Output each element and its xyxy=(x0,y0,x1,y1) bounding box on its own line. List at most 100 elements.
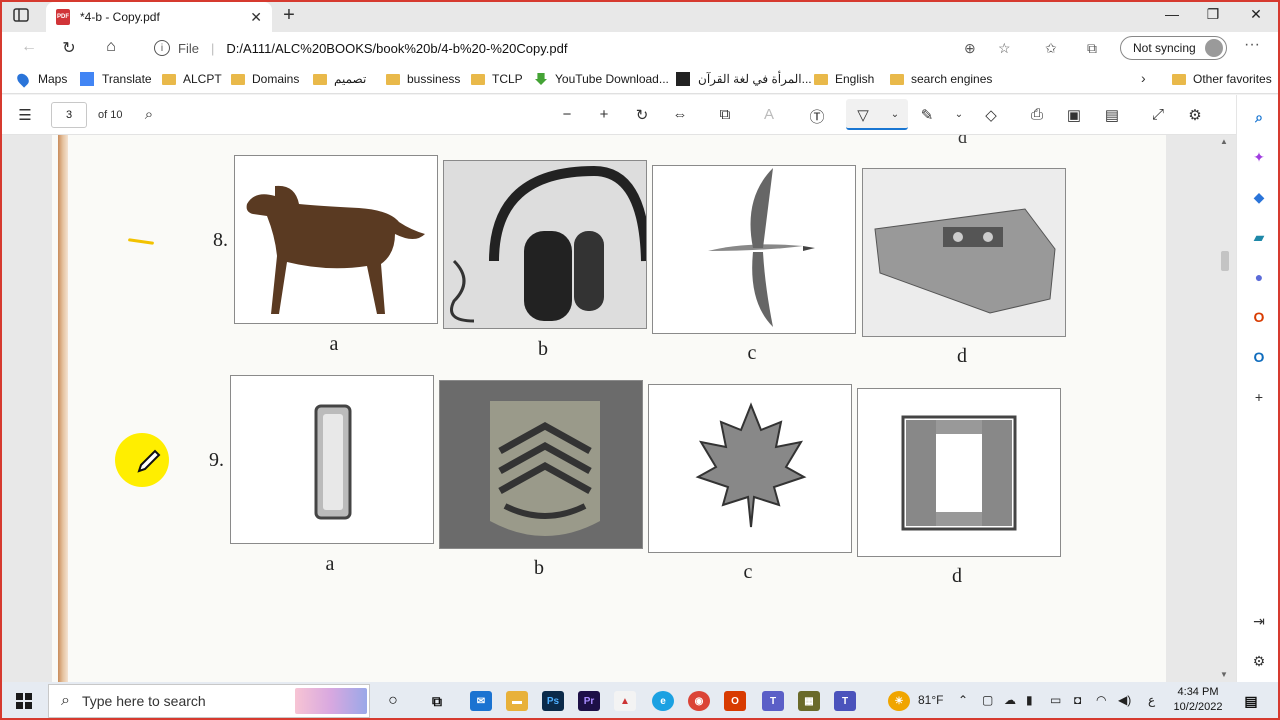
tab-active[interactable]: PDF *4-b - Copy.pdf ✕ xyxy=(46,2,272,32)
chevron-down-icon[interactable]: ⌄ xyxy=(884,109,906,120)
url-field[interactable]: i File | D:/A111/ALC%20BOOKS/book%20b/4-… xyxy=(144,35,1028,61)
folder-icon xyxy=(814,73,828,85)
settings-icon[interactable]: ⚙ xyxy=(1184,106,1206,124)
tray-overflow-icon[interactable]: ⌃ xyxy=(958,693,968,707)
fav-translate[interactable]: Translate xyxy=(80,72,152,86)
fullscreen-icon[interactable]: ⤢ xyxy=(1147,106,1169,123)
mail-icon[interactable]: ✉ xyxy=(470,691,492,711)
taskbar-search[interactable]: ⌕ Type here to search xyxy=(48,684,370,718)
fav-arabic-site[interactable]: المرأة في لغة القرآن... xyxy=(676,72,812,86)
rotate-icon[interactable]: ↻ xyxy=(631,106,653,124)
home-button[interactable]: ⌂ xyxy=(100,38,122,58)
highlighter-icon[interactable]: ▽ xyxy=(852,106,874,124)
save-icon[interactable]: ▣ xyxy=(1063,106,1085,124)
tab-actions-icon[interactable] xyxy=(12,6,36,26)
favorites-icon[interactable]: ✩ xyxy=(1045,40,1057,57)
search-icon: ⌕ xyxy=(61,692,70,709)
microphone-icon[interactable]: ▮ xyxy=(1026,693,1033,707)
teams-icon[interactable]: T xyxy=(762,691,784,711)
cortana-icon[interactable]: ○ xyxy=(382,691,404,711)
add-tool-icon[interactable]: + xyxy=(1249,387,1269,407)
add-text-icon[interactable]: Ⓣ xyxy=(806,106,828,127)
photoshop-icon[interactable]: Ps xyxy=(542,691,564,711)
page-number-input[interactable]: 3 xyxy=(51,102,87,128)
fav-youtube-download[interactable]: YouTube Download... xyxy=(535,72,669,86)
page-binding-shadow xyxy=(58,135,68,682)
highlighter-cursor xyxy=(115,433,169,487)
office-icon[interactable]: O xyxy=(724,691,746,711)
edge-icon[interactable]: e xyxy=(652,691,674,711)
tools-icon[interactable]: ▰ xyxy=(1249,227,1269,247)
new-tab-button[interactable]: + xyxy=(279,4,299,27)
chevron-right-icon[interactable]: › xyxy=(1141,70,1146,86)
minimize-button[interactable]: — xyxy=(1162,6,1182,22)
erase-icon[interactable]: ◇ xyxy=(980,106,1002,124)
back-button[interactable]: ← xyxy=(18,38,40,58)
fav-tclp[interactable]: TCLP xyxy=(471,72,523,86)
battery-icon[interactable]: ▭ xyxy=(1050,693,1061,707)
hide-sidebar-icon[interactable]: ⇥ xyxy=(1249,611,1269,631)
pdf-scrollbar[interactable]: ▲ ▼ xyxy=(1218,135,1232,682)
shopping-icon[interactable]: ◆ xyxy=(1249,187,1269,207)
info-icon[interactable]: i xyxy=(154,40,170,56)
volume-icon[interactable]: ◀) xyxy=(1118,693,1131,707)
profile-button[interactable]: Not syncing xyxy=(1120,36,1227,60)
fav-bussiness[interactable]: bussiness xyxy=(386,72,460,86)
zoom-in-icon[interactable]: + xyxy=(593,106,615,123)
save-as-icon[interactable]: ▤ xyxy=(1101,106,1123,124)
fav-alcpt[interactable]: ALCPT xyxy=(162,72,222,86)
office-icon[interactable]: O xyxy=(1249,307,1269,327)
wifi-icon[interactable]: ◠ xyxy=(1096,693,1106,707)
sidebar-settings-icon[interactable]: ⚙ xyxy=(1249,651,1269,671)
restore-button[interactable]: ❐ xyxy=(1203,6,1223,23)
table-of-contents-icon[interactable]: ☰ xyxy=(14,106,36,124)
network-icon[interactable]: ▢ xyxy=(982,693,993,707)
add-favorite-icon[interactable]: ☆ xyxy=(998,40,1011,57)
notifications-icon[interactable]: ▤ xyxy=(1240,691,1262,711)
draw-icon[interactable]: ✎ xyxy=(916,106,938,124)
onedrive-icon[interactable]: ☁ xyxy=(1004,693,1016,707)
fav-english[interactable]: English xyxy=(814,72,874,86)
fav-domains[interactable]: Domains xyxy=(231,72,299,86)
discover-icon[interactable]: ✦ xyxy=(1249,147,1269,167)
zoom-out-icon[interactable]: − xyxy=(556,106,578,123)
scroll-down-icon[interactable]: ▼ xyxy=(1220,670,1228,679)
input-language[interactable]: ع xyxy=(1148,693,1155,707)
chevron-down-icon[interactable]: ⌄ xyxy=(948,109,970,120)
zoom-icon[interactable]: ⊕ xyxy=(964,40,976,57)
read-aloud-icon[interactable]: A xyxy=(758,106,780,123)
app-icon[interactable]: ▦ xyxy=(798,691,820,711)
fav-other-favorites[interactable]: Other favorites xyxy=(1172,72,1272,86)
games-icon[interactable]: ● xyxy=(1249,267,1269,287)
more-menu-icon[interactable]: ··· xyxy=(1244,36,1260,54)
pdf-viewport[interactable]: d 8. a b c d 9. a b c d ▲ ▼ xyxy=(0,135,1236,682)
refresh-button[interactable]: ↻ xyxy=(58,38,80,58)
scroll-up-icon[interactable]: ▲ xyxy=(1220,137,1228,146)
page-view-icon[interactable]: ⧉ xyxy=(714,106,736,123)
file-explorer-icon[interactable]: ▬ xyxy=(506,691,528,711)
folder-icon xyxy=(471,73,485,85)
weather-temp[interactable]: 81°F xyxy=(918,693,943,707)
fit-width-icon[interactable]: ⇔ xyxy=(669,106,691,123)
scrollbar-thumb[interactable] xyxy=(1221,251,1229,271)
collections-icon[interactable]: ⧉ xyxy=(1087,40,1097,57)
windows-start-icon[interactable] xyxy=(16,693,32,709)
search-icon[interactable]: ⌕ xyxy=(138,106,160,123)
task-view-icon[interactable]: ⧉ xyxy=(426,691,448,711)
option-image-sergeant-chevrons xyxy=(439,380,643,549)
close-tab-icon[interactable]: ✕ xyxy=(250,9,262,26)
fav-design[interactable]: تصميم xyxy=(313,72,366,86)
print-icon[interactable]: ⎙ xyxy=(1026,106,1048,123)
outlook-icon[interactable]: O xyxy=(1249,347,1269,367)
close-window-button[interactable]: ✕ xyxy=(1246,6,1266,23)
app-icon[interactable]: ▲ xyxy=(614,691,636,711)
clock[interactable]: 4:34 PM 10/2/2022 xyxy=(1168,685,1228,715)
teams-icon[interactable]: T xyxy=(834,691,856,711)
premiere-icon[interactable]: Pr xyxy=(578,691,600,711)
fav-search-engines[interactable]: search engines xyxy=(890,72,992,86)
fav-maps[interactable]: Maps xyxy=(14,70,67,88)
search-icon[interactable]: ⌕ xyxy=(1249,107,1269,127)
folder-icon xyxy=(890,73,904,85)
camera-icon[interactable]: ◘ xyxy=(1074,693,1081,707)
chrome-icon[interactable]: ◉ xyxy=(688,691,710,711)
